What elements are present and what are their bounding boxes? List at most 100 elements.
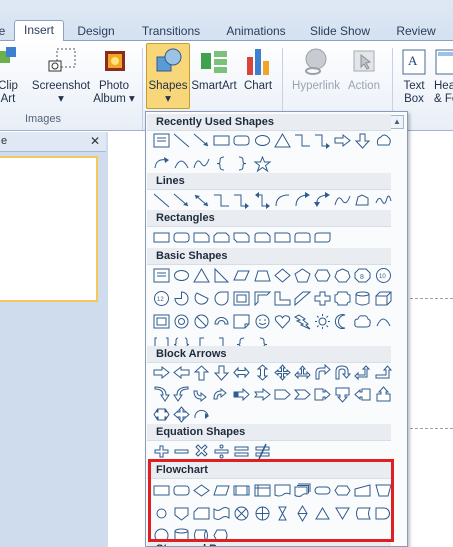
shape-textbox-icon[interactable] <box>151 131 171 149</box>
shape-arc-icon[interactable] <box>373 312 393 330</box>
shape-pentagon-icon[interactable] <box>292 266 312 284</box>
shape-arrow-line-icon[interactable] <box>171 191 191 209</box>
shape-l-shape-icon[interactable] <box>272 289 292 307</box>
shape-plaque-icon[interactable] <box>333 289 353 307</box>
shape-oval-icon[interactable] <box>171 266 191 284</box>
shape-oval-icon[interactable] <box>252 131 272 149</box>
shape-down-arrow-icon[interactable] <box>212 363 232 381</box>
shape-folded-corner-icon[interactable] <box>232 312 252 330</box>
close-icon[interactable]: ✕ <box>90 134 100 148</box>
shape-minus-icon[interactable] <box>171 442 191 460</box>
shape-elbow-arrow-icon[interactable] <box>232 191 252 209</box>
shape-elbow-double-icon[interactable] <box>252 191 272 209</box>
shape-cross-icon[interactable] <box>313 289 333 307</box>
shape-u-turn-icon[interactable] <box>333 363 353 381</box>
shape-curved-connector-icon[interactable] <box>272 191 292 209</box>
header-footer-button[interactable]: Header & Fo <box>434 47 453 106</box>
shape-trapezoid-icon[interactable] <box>252 266 272 284</box>
shape-not-equal-icon[interactable] <box>252 442 272 460</box>
shape-lr-callout-icon[interactable] <box>151 405 171 423</box>
shape-frame-icon[interactable] <box>232 289 252 307</box>
shape-decagon-icon[interactable]: 10 <box>373 266 393 284</box>
shape-bent-up-arrow-icon[interactable] <box>373 363 393 381</box>
tab-animations[interactable]: Animations <box>220 22 292 40</box>
shape-bevel-icon[interactable] <box>151 312 171 330</box>
shape-left-callout-icon[interactable] <box>353 385 373 403</box>
shape-elbow-icon[interactable] <box>212 191 232 209</box>
shape-can-icon[interactable] <box>353 289 373 307</box>
shape-circular-arrow-icon[interactable] <box>191 405 211 423</box>
shape-triangle-icon[interactable] <box>191 266 211 284</box>
shape-teardrop-icon[interactable] <box>212 289 232 307</box>
shape-line-icon[interactable] <box>171 131 191 149</box>
shape-diamond-icon[interactable] <box>272 266 292 284</box>
shape-rect-icon[interactable] <box>151 228 171 246</box>
shape-quad-callout-icon[interactable] <box>171 405 191 423</box>
tab-file[interactable]: e <box>0 22 6 40</box>
chart-button[interactable]: Chart <box>240 47 276 93</box>
shape-striped-right-icon[interactable] <box>232 385 252 403</box>
shape-block-arc-icon[interactable] <box>212 312 232 330</box>
clip-art-button[interactable]: Clip Art <box>0 47 20 106</box>
slides-tab-label[interactable]: e <box>1 135 7 147</box>
hyperlink-button[interactable]: Hyperlink <box>288 47 344 93</box>
shape-curved-right-icon[interactable] <box>151 385 171 403</box>
shape-right-arrow-icon[interactable] <box>151 363 171 381</box>
shape-sun-icon[interactable] <box>313 312 333 330</box>
shape-dodecagon-icon[interactable]: 12 <box>151 289 171 307</box>
shape-cloud-icon[interactable] <box>353 312 373 330</box>
shape-curve-icon[interactable] <box>191 154 211 172</box>
shape-divide-icon[interactable] <box>212 442 232 460</box>
shape-heptagon-icon[interactable] <box>333 266 353 284</box>
shape-curved-double-icon[interactable] <box>313 191 333 209</box>
shape-double-arrow-line-icon[interactable] <box>191 191 211 209</box>
shapes-button[interactable]: Shapes ▾ <box>146 43 190 109</box>
shape-down-arrow-icon[interactable] <box>353 131 373 149</box>
shape-line-icon[interactable] <box>151 191 171 209</box>
shape-bent-arrow-icon[interactable] <box>313 363 333 381</box>
shape-elbow-arrow-icon[interactable] <box>313 131 333 149</box>
shape-smiley-icon[interactable] <box>252 312 272 330</box>
shape-right-brace-icon[interactable] <box>232 154 252 172</box>
text-box-button[interactable]: A Text Box <box>397 47 431 106</box>
shape-round2-icon[interactable] <box>292 228 312 246</box>
shape-curved-arrow-icon[interactable] <box>292 191 312 209</box>
shape-octagon-icon[interactable]: 8 <box>353 266 373 284</box>
shape-right-triangle-icon[interactable] <box>212 266 232 284</box>
shape-equal-icon[interactable] <box>232 442 252 460</box>
shape-scribble-icon[interactable] <box>373 191 393 209</box>
scroll-up-icon[interactable]: ▲ <box>390 115 404 129</box>
shape-snip2-icon[interactable] <box>212 228 232 246</box>
shape-half-frame-icon[interactable] <box>252 289 272 307</box>
shape-freeform-icon[interactable] <box>353 191 373 209</box>
shape-chevron-icon[interactable] <box>292 385 312 403</box>
shape-round1-icon[interactable] <box>272 228 292 246</box>
shape-up-arrow-icon[interactable] <box>191 363 211 381</box>
shape-heart-icon[interactable] <box>272 312 292 330</box>
shape-left-arrow-icon[interactable] <box>171 363 191 381</box>
tab-design[interactable]: Design <box>70 22 122 40</box>
tab-insert[interactable]: Insert <box>14 20 64 42</box>
shape-curved-up-icon[interactable] <box>191 385 211 403</box>
screenshot-button[interactable]: Screenshot ▾ <box>30 47 92 106</box>
shape-notched-right-icon[interactable] <box>252 385 272 403</box>
slide-thumbnail[interactable] <box>0 156 98 302</box>
shape-donut-icon[interactable] <box>171 312 191 330</box>
shape-pie-icon[interactable] <box>171 289 191 307</box>
shape-rounded-rect-icon[interactable] <box>171 228 191 246</box>
shape-no-symbol-icon[interactable] <box>191 312 211 330</box>
shape-hexagon-icon[interactable] <box>313 266 333 284</box>
tab-transitions[interactable]: Transitions <box>136 22 206 40</box>
shape-snip-round-icon[interactable] <box>252 228 272 246</box>
shape-lightning-icon[interactable] <box>292 312 312 330</box>
shape-rounded-rect-icon[interactable] <box>232 131 252 149</box>
shape-parallelogram-icon[interactable] <box>232 266 252 284</box>
shape-up-callout-icon[interactable] <box>373 385 393 403</box>
shape-curve-arrow-icon[interactable] <box>151 154 171 172</box>
shape-right-arrow-icon[interactable] <box>333 131 353 149</box>
shape-snip1-icon[interactable] <box>191 228 211 246</box>
photo-album-button[interactable]: Photo Album ▾ <box>90 47 138 106</box>
shape-left-up-arrow-icon[interactable] <box>353 363 373 381</box>
smartart-button[interactable]: SmartArt <box>190 47 238 93</box>
shape-chord-icon[interactable] <box>191 289 211 307</box>
